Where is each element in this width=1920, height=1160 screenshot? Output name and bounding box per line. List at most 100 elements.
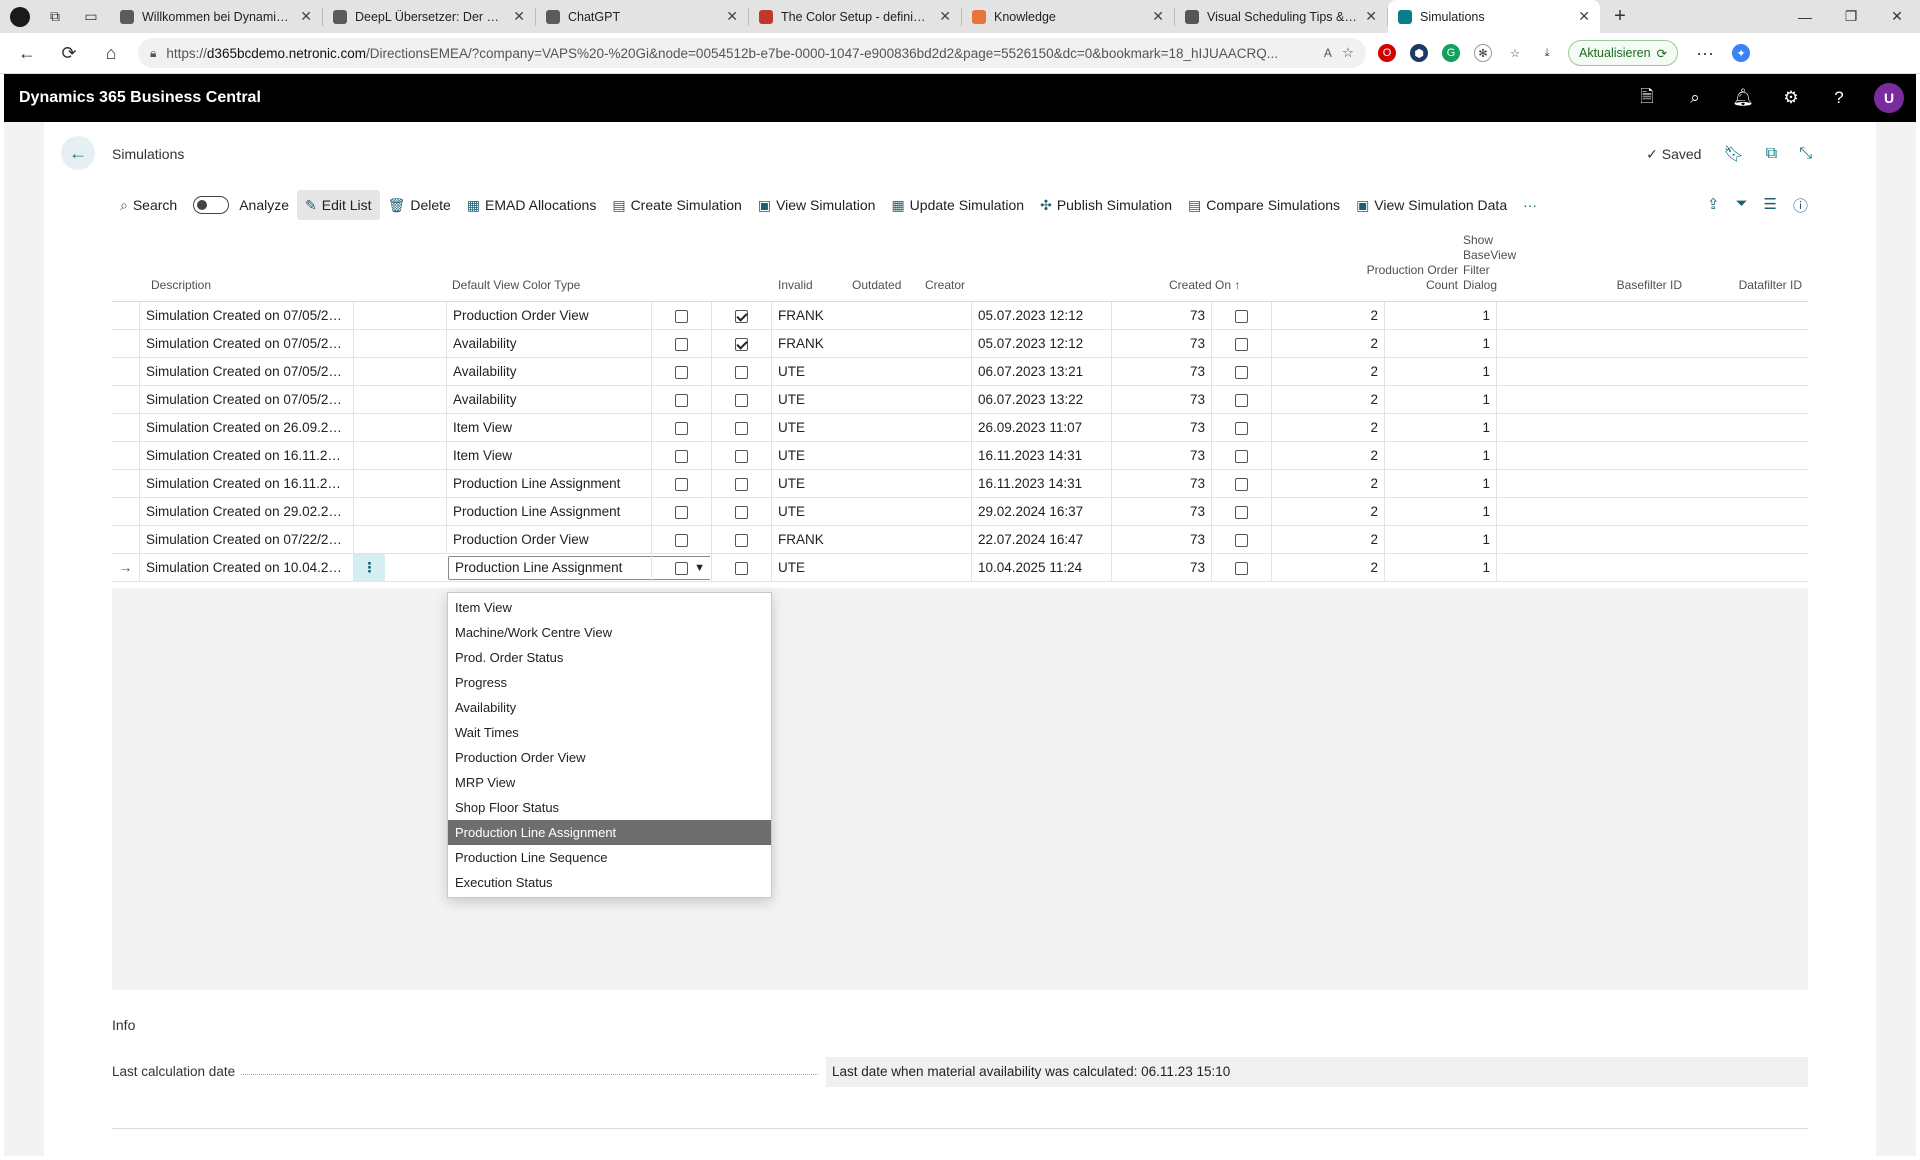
datafilter-cell[interactable]: 1 [1384, 526, 1497, 554]
dropdown-option[interactable]: Production Line Sequence [448, 845, 771, 870]
outdated-checkbox[interactable] [735, 393, 748, 407]
created-on-cell[interactable]: 29.02.2024 16:37 [971, 498, 1111, 526]
outdated-checkbox[interactable] [735, 365, 748, 379]
outdated-cell[interactable] [711, 330, 771, 358]
invalid-checkbox[interactable] [675, 561, 688, 575]
edit-list-button[interactable]: ✎ Edit List [297, 190, 380, 220]
update-browser-button[interactable]: Aktualisieren ⟳ [1568, 40, 1679, 66]
po-count-cell[interactable]: 73 [1111, 498, 1211, 526]
invalid-checkbox[interactable] [675, 309, 688, 323]
po-count-cell[interactable]: 73 [1111, 442, 1211, 470]
outdated-checkbox[interactable] [735, 337, 748, 351]
outdated-cell[interactable] [711, 386, 771, 414]
copilot-icon[interactable]: ✦ [1732, 44, 1751, 62]
invalid-cell[interactable] [651, 470, 711, 498]
col-created-on[interactable]: Created On ↑ [1169, 278, 1240, 293]
created-on-cell[interactable]: 05.07.2023 12:12 [971, 302, 1111, 330]
outdated-checkbox[interactable] [735, 449, 748, 463]
datafilter-cell[interactable]: 1 [1384, 442, 1497, 470]
created-on-cell[interactable]: 16.11.2023 14:31 [971, 470, 1111, 498]
table-row[interactable]: Simulation Created on 26.09.23 11:07 Item… [112, 414, 1808, 442]
creator-cell[interactable]: UTE [771, 358, 971, 386]
po-count-cell[interactable]: 73 [1111, 414, 1211, 442]
invalid-checkbox[interactable] [675, 393, 688, 407]
view-simulation-button[interactable]: ▣ View Simulation [750, 190, 884, 220]
show-dialog-cell[interactable] [1211, 386, 1271, 414]
open-new-window-icon[interactable]: ⧉ [1766, 145, 1777, 163]
list-view-icon[interactable]: ☰ [1764, 195, 1777, 216]
description-cell[interactable]: Simulation Created on 07/05/23 12:13 ... [139, 358, 353, 386]
invalid-checkbox[interactable] [675, 365, 688, 379]
created-on-cell[interactable]: 05.07.2023 12:12 [971, 330, 1111, 358]
creator-cell[interactable]: FRANK [771, 526, 971, 554]
outdated-checkbox[interactable] [735, 309, 748, 323]
dropdown-option[interactable]: Availability [448, 695, 771, 720]
collapse-icon[interactable]: ⤡ [1799, 145, 1812, 163]
table-row[interactable]: Simulation Created on 07/05/23 12:12 ...… [112, 302, 1808, 330]
invalid-cell[interactable] [651, 414, 711, 442]
datafilter-cell[interactable]: 1 [1384, 330, 1497, 358]
invalid-checkbox[interactable] [675, 477, 688, 491]
table-row[interactable]: Simulation Created on 07/05/23 12:13 ...… [112, 386, 1808, 414]
back-button[interactable]: ← [61, 136, 95, 170]
basefilter-cell[interactable]: 2 [1271, 526, 1384, 554]
invalid-cell[interactable] [651, 358, 711, 386]
extensions-icon[interactable]: ✻ [1474, 44, 1492, 62]
update-simulation-button[interactable]: ▦ Update Simulation [883, 190, 1032, 220]
dropdown-option[interactable]: MRP View [448, 770, 771, 795]
description-cell[interactable]: Simulation Created on 10.04.25 11:24 [139, 554, 353, 582]
outdated-cell[interactable] [711, 554, 771, 582]
filter-icon[interactable]: ⏷ [1736, 195, 1748, 216]
emad-allocations-button[interactable]: ▦ EMAD Allocations [459, 190, 605, 220]
tab-actions-icon[interactable]: ▭ [80, 6, 102, 28]
outdated-cell[interactable] [711, 442, 771, 470]
browser-tab[interactable]: Simulations ✕ [1388, 0, 1600, 33]
row-menu-button[interactable] [353, 386, 385, 414]
table-row[interactable]: Simulation Created on 16.11.23 14:31 Prod… [112, 470, 1808, 498]
row-menu-button[interactable] [353, 302, 385, 330]
table-row[interactable]: Simulation Created on 07/05/23 12:13 ...… [112, 358, 1808, 386]
datafilter-cell[interactable]: 1 [1384, 302, 1497, 330]
show-dialog-cell[interactable] [1211, 470, 1271, 498]
show-dialog-cell[interactable] [1211, 414, 1271, 442]
col-po-count[interactable]: Production Order Count [1338, 263, 1458, 293]
toggle-switch[interactable] [193, 196, 230, 214]
dropdown-option[interactable]: Wait Times [448, 720, 771, 745]
invalid-checkbox[interactable] [675, 421, 688, 435]
dropdown-option[interactable]: Shop Floor Status [448, 795, 771, 820]
description-cell[interactable]: Simulation Created on 29.02.24 16:37 [139, 498, 353, 526]
gear-icon[interactable]: ⚙ [1778, 88, 1804, 108]
created-on-cell[interactable]: 10.04.2025 11:24 [971, 554, 1111, 582]
row-menu-button[interactable] [353, 526, 385, 554]
browser-tab[interactable]: Visual Scheduling Tips & Tricks ✕ [1175, 0, 1387, 33]
datafilter-cell[interactable]: 1 [1384, 498, 1497, 526]
invalid-cell[interactable] [651, 442, 711, 470]
compare-simulations-button[interactable]: ▤ Compare Simulations [1180, 190, 1348, 220]
row-menu-button[interactable] [353, 358, 385, 386]
datafilter-cell[interactable]: 1 [1384, 358, 1497, 386]
downloads-icon[interactable]: ⤓ [1538, 44, 1556, 62]
bookmark-icon[interactable]: 🔖︎ [1723, 144, 1743, 164]
show-dialog-checkbox[interactable] [1235, 309, 1248, 323]
po-count-cell[interactable]: 73 [1111, 386, 1211, 414]
outdated-cell[interactable] [711, 414, 771, 442]
create-simulation-button[interactable]: ▤ Create Simulation [604, 190, 750, 220]
browser-tab[interactable]: ChatGPT ✕ [536, 0, 748, 33]
basefilter-cell[interactable]: 2 [1271, 358, 1384, 386]
invalid-cell[interactable] [651, 554, 711, 582]
creator-cell[interactable]: UTE [771, 442, 971, 470]
notification-bell-icon[interactable]: 🔔︎ [1730, 88, 1756, 108]
creator-cell[interactable]: UTE [771, 414, 971, 442]
invalid-checkbox[interactable] [675, 449, 688, 463]
tab-close-icon[interactable]: ✕ [300, 8, 312, 25]
outdated-checkbox[interactable] [735, 477, 748, 491]
description-cell[interactable]: Simulation Created on 07/05/23 12:12 ... [139, 302, 353, 330]
avatar[interactable]: U [1874, 83, 1904, 113]
grammarly-extension-icon[interactable]: G [1442, 44, 1460, 62]
creator-cell[interactable]: UTE [771, 554, 971, 582]
refresh-icon[interactable]: ⟳ [54, 38, 84, 68]
back-nav-icon[interactable]: ← [12, 38, 42, 68]
description-cell[interactable]: Simulation Created on 07/05/23 12:13 ... [139, 330, 353, 358]
show-dialog-cell[interactable] [1211, 302, 1271, 330]
creator-cell[interactable]: FRANK [771, 330, 971, 358]
